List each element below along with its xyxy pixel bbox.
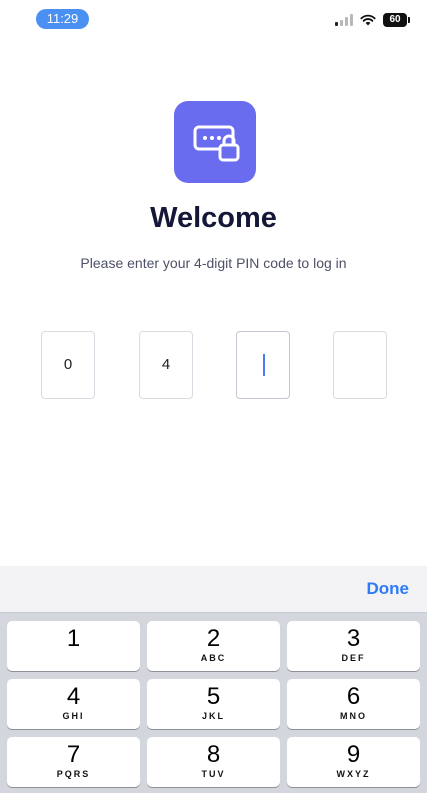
wifi-icon — [360, 14, 376, 26]
battery-icon: 60 — [383, 13, 410, 27]
status-time: 11:29 — [36, 9, 89, 29]
key-1[interactable]: 1 — [7, 621, 140, 671]
done-button[interactable]: Done — [367, 579, 410, 599]
key-3[interactable]: 3 DEF — [287, 621, 420, 671]
pin-digit-2[interactable]: 4 — [139, 331, 193, 399]
key-6[interactable]: 6 MNO — [287, 679, 420, 729]
text-caret — [263, 354, 265, 376]
numeric-keyboard: Done 1 2 ABC 3 DEF 4 GHI 5 JKL 6 MNO 7 P… — [0, 566, 427, 793]
status-icons: 60 — [335, 10, 410, 30]
page-title: Welcome — [150, 202, 277, 234]
cellular-signal-icon — [335, 14, 353, 26]
key-2[interactable]: 2 ABC — [147, 621, 280, 671]
key-9[interactable]: 9 WXYZ — [287, 737, 420, 787]
key-7[interactable]: 7 PQRS — [7, 737, 140, 787]
key-4[interactable]: 4 GHI — [7, 679, 140, 729]
key-5[interactable]: 5 JKL — [147, 679, 280, 729]
password-lock-icon — [174, 101, 256, 183]
keyboard-accessory-bar: Done — [0, 566, 427, 613]
status-bar: 11:29 60 — [0, 0, 427, 40]
key-8[interactable]: 8 TUV — [147, 737, 280, 787]
pin-digit-3[interactable] — [236, 331, 290, 399]
pin-digit-4[interactable] — [333, 331, 387, 399]
page-subtitle: Please enter your 4-digit PIN code to lo… — [80, 255, 347, 271]
pin-digit-1[interactable]: 0 — [41, 331, 95, 399]
